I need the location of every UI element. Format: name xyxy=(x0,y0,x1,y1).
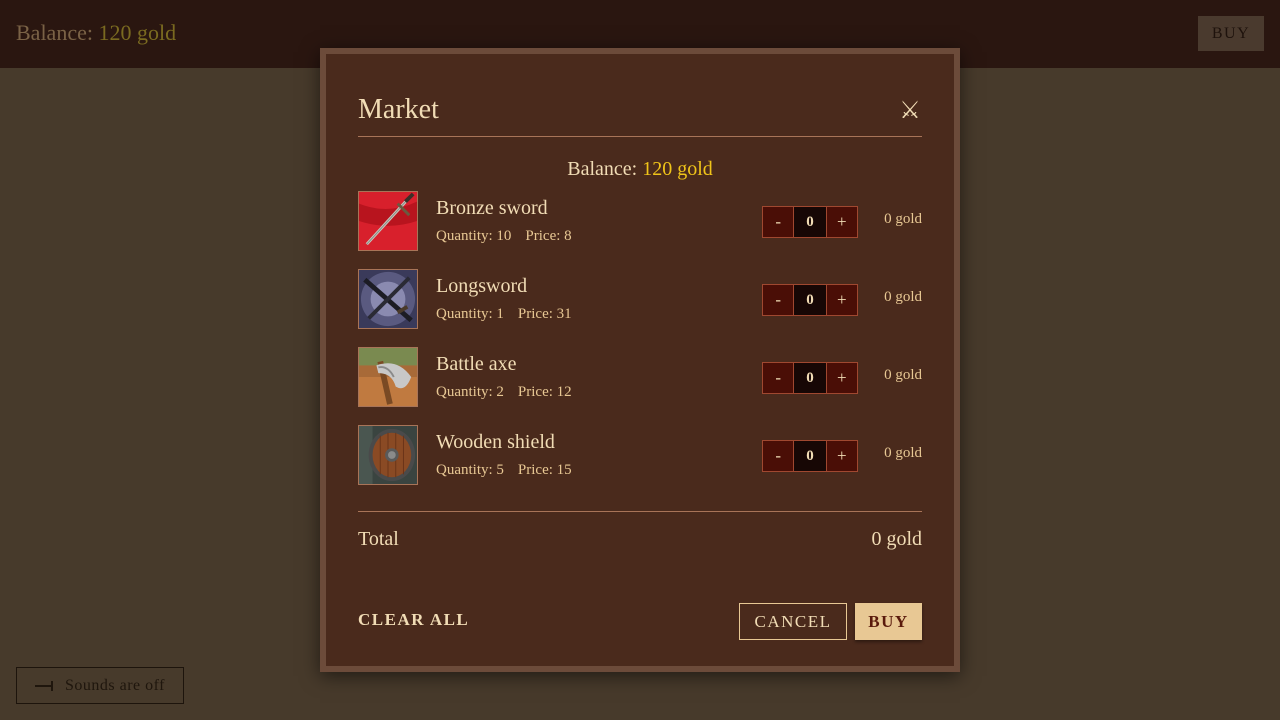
speaker-off-icon xyxy=(34,680,55,691)
item-quantity: Quantity: 2 xyxy=(436,384,504,400)
cancel-button[interactable]: CANCEL xyxy=(739,603,847,640)
item-price: Price: 12 xyxy=(517,384,572,400)
title-divider xyxy=(358,136,922,137)
item-name: Bronze sword xyxy=(436,197,548,219)
quantity-value[interactable]: 0 xyxy=(793,441,827,471)
item-meta: Quantity: 5 Price: 15 xyxy=(436,462,572,479)
item-cost: 0 gold xyxy=(884,211,922,227)
decrement-button[interactable]: - xyxy=(763,285,794,315)
list-item: Longsword Quantity: 1 Price: 31 - 0 + 0 g… xyxy=(358,269,922,331)
longsword-image xyxy=(358,269,418,329)
list-item: Bronze sword Quantity: 10 Price: 8 - 0 + … xyxy=(358,191,922,253)
item-price: Price: 8 xyxy=(525,228,572,244)
clear-all-button[interactable]: CLEAR ALL xyxy=(358,610,469,630)
item-cost: 0 gold xyxy=(884,289,922,305)
total-divider xyxy=(358,511,922,512)
item-meta: Quantity: 10 Price: 8 xyxy=(436,228,572,245)
buy-button[interactable]: BUY xyxy=(855,603,922,640)
increment-button[interactable]: + xyxy=(826,363,857,393)
quantity-stepper: - 0 + xyxy=(762,362,858,394)
crossed-swords-icon[interactable]: ⚔ xyxy=(898,98,922,122)
item-name: Wooden shield xyxy=(436,431,555,453)
item-name: Longsword xyxy=(436,275,528,297)
list-item: Battle axe Quantity: 2 Price: 12 - 0 + 0 … xyxy=(358,347,922,409)
total-label: Total xyxy=(358,528,399,550)
quantity-value[interactable]: 0 xyxy=(793,363,827,393)
item-quantity: Quantity: 10 xyxy=(436,228,512,244)
quantity-value[interactable]: 0 xyxy=(793,207,827,237)
item-name: Battle axe xyxy=(436,353,517,375)
decrement-button[interactable]: - xyxy=(763,207,794,237)
list-item: Wooden shield Quantity: 5 Price: 15 - 0 +… xyxy=(358,425,922,487)
increment-button[interactable]: + xyxy=(826,441,857,471)
item-price: Price: 31 xyxy=(517,306,572,322)
top-buy-button[interactable]: BUY xyxy=(1198,16,1264,51)
quantity-stepper: - 0 + xyxy=(762,440,858,472)
top-balance-label: Balance: xyxy=(16,20,93,45)
item-cost: 0 gold xyxy=(884,445,922,461)
increment-button[interactable]: + xyxy=(826,285,857,315)
decrement-button[interactable]: - xyxy=(763,363,794,393)
sounds-label: Sounds are off xyxy=(64,676,166,694)
item-quantity: Quantity: 5 xyxy=(436,462,504,478)
quantity-value[interactable]: 0 xyxy=(793,285,827,315)
item-quantity: Quantity: 1 xyxy=(436,306,504,322)
item-meta: Quantity: 1 Price: 31 xyxy=(436,306,572,323)
dialog-title: Market xyxy=(358,94,439,125)
dialog-balance-value: 120 gold xyxy=(642,158,713,180)
item-price: Price: 15 xyxy=(517,462,572,478)
bronze-sword-image xyxy=(358,191,418,251)
sounds-toggle[interactable]: Sounds are off xyxy=(16,667,184,704)
market-dialog: Market ⚔ Balance: 120 gold Bronze sword xyxy=(320,48,960,672)
dialog-balance-label: Balance: xyxy=(567,158,638,180)
wooden-shield-image xyxy=(358,425,418,485)
item-cost: 0 gold xyxy=(884,367,922,383)
dialog-balance: Balance: 120 gold xyxy=(358,158,922,181)
quantity-stepper: - 0 + xyxy=(762,206,858,238)
item-meta: Quantity: 2 Price: 12 xyxy=(436,384,572,401)
decrement-button[interactable]: - xyxy=(763,441,794,471)
battle-axe-image xyxy=(358,347,418,407)
total-value: 0 gold xyxy=(871,528,922,550)
increment-button[interactable]: + xyxy=(826,207,857,237)
quantity-stepper: - 0 + xyxy=(762,284,858,316)
top-balance: Balance: 120 gold xyxy=(16,20,176,46)
top-balance-value: 120 gold xyxy=(98,20,177,45)
